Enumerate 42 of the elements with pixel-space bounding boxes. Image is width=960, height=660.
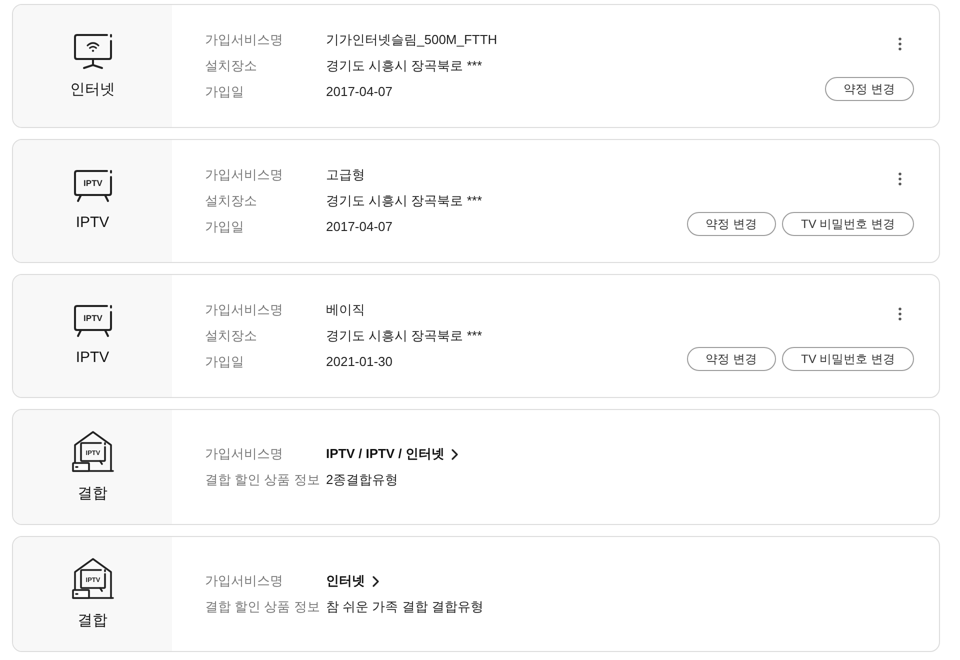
service-link[interactable]: IPTV / IPTV / 인터넷 — [326, 444, 458, 464]
category-label: 결합 — [78, 484, 108, 504]
field-label: 가입일 — [205, 218, 245, 236]
category-label: IPTV — [76, 348, 110, 368]
field-label: 가입서비스명 — [205, 445, 284, 464]
outline-button[interactable]: 약정 변경 — [686, 212, 776, 236]
vertical-dots-icon — [898, 37, 902, 51]
field-value: 경기도 시흥시 장곡북로 *** — [326, 192, 482, 210]
field-label: 결합 할인 상품 정보 — [205, 598, 321, 616]
outline-button[interactable]: TV 비밀번호 변경 — [782, 212, 914, 236]
field-value: 고급형 — [326, 166, 365, 184]
vertical-dots-icon — [898, 172, 902, 186]
outline-button[interactable]: 약정 변경 — [824, 77, 914, 101]
field-value: 경기도 시흥시 장곡북로 *** — [326, 57, 482, 76]
field-value: 2017-04-07 — [326, 83, 392, 102]
field-label: 설치장소 — [205, 192, 258, 210]
field-value: 참 쉬운 가족 결합 결합유형 — [326, 598, 484, 616]
field-label: 가입서비스명 — [205, 31, 284, 50]
vertical-dots-icon — [898, 307, 902, 321]
field-label: 설치장소 — [205, 57, 258, 76]
field-label: 가입일 — [205, 353, 245, 372]
field-value: 경기도 시흥시 장곡북로 *** — [326, 327, 482, 346]
field-label: 가입서비스명 — [205, 301, 284, 320]
chevron-right-icon — [372, 576, 379, 586]
monitor-wifi-icon — [72, 32, 112, 70]
chevron-right-icon — [451, 448, 458, 460]
field-label: 가입서비스명 — [205, 572, 284, 590]
category-label: 인터넷 — [70, 80, 115, 100]
service-link[interactable]: 인터넷 — [326, 571, 379, 591]
field-value: 2021-01-30 — [326, 353, 392, 372]
field-label: 설치장소 — [205, 327, 258, 346]
field-label: 가입일 — [205, 83, 245, 102]
field-value: 2017-04-07 — [326, 218, 392, 236]
field-label: 결합 할인 상품 정보 — [205, 471, 321, 490]
field-value: 기가인터넷슬림_500M_FTTH — [326, 31, 498, 50]
field-value: 2종결합유형 — [326, 471, 398, 490]
category-label: IPTV — [76, 213, 110, 233]
outline-button[interactable]: TV 비밀번호 변경 — [782, 347, 914, 371]
category-label: 결합 — [78, 611, 108, 631]
field-label: 가입서비스명 — [205, 166, 284, 184]
outline-button[interactable]: 약정 변경 — [686, 347, 776, 371]
field-value: 베이직 — [326, 301, 365, 320]
